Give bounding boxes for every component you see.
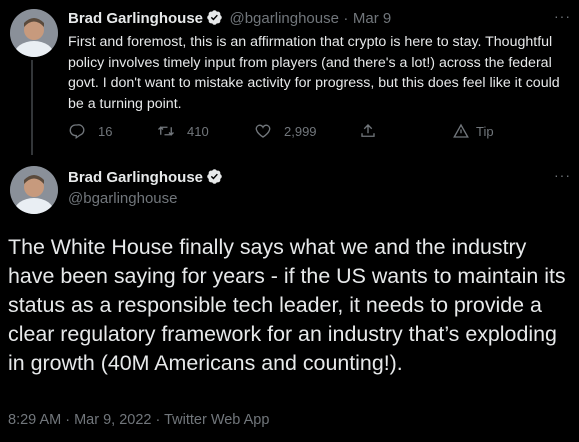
tweet-header: Brad Garlinghouse @bgarlinghouse · Mar 9 bbox=[68, 9, 391, 28]
tweet-text: The White House finally says what we and… bbox=[8, 235, 566, 375]
share-icon bbox=[361, 124, 375, 137]
tweet-timestamp-meta[interactable]: 8:29 AM · Mar 9, 2022 · Twitter Web App bbox=[8, 412, 269, 428]
tip-button[interactable]: Tip bbox=[452, 122, 494, 140]
heart-icon bbox=[255, 124, 271, 138]
tweet-date[interactable]: Mar 9 bbox=[353, 10, 391, 27]
retweet-count: 410 bbox=[187, 123, 209, 139]
author-handle[interactable]: @bgarlinghouse bbox=[68, 190, 177, 207]
tweet-header: Brad Garlinghouse bbox=[68, 168, 223, 187]
like-button[interactable]: 2,999 bbox=[254, 122, 317, 140]
reply-count: 16 bbox=[98, 123, 113, 139]
reply-button[interactable]: 16 bbox=[68, 122, 112, 140]
thread-connector bbox=[31, 60, 33, 155]
retweet-icon bbox=[158, 126, 174, 136]
tweet-actions: 16 410 2,999 Tip bbox=[68, 122, 508, 142]
verified-badge-icon bbox=[207, 10, 222, 25]
separator-dot: · bbox=[343, 10, 349, 27]
avatar[interactable] bbox=[10, 166, 58, 214]
tip-label: Tip bbox=[476, 123, 494, 139]
profile-photo bbox=[10, 166, 58, 214]
share-button[interactable] bbox=[359, 122, 389, 140]
tip-icon bbox=[453, 123, 469, 138]
verified-badge-icon bbox=[207, 169, 222, 184]
avatar[interactable] bbox=[10, 9, 58, 57]
retweet-button[interactable]: 410 bbox=[157, 122, 209, 140]
tweet-text: First and foremost, this is an affirmati… bbox=[68, 34, 560, 112]
more-options-icon[interactable]: ··· bbox=[554, 167, 571, 183]
like-count: 2,999 bbox=[284, 123, 317, 139]
profile-photo bbox=[10, 9, 58, 57]
author-handle[interactable]: @bgarlinghouse bbox=[229, 10, 338, 27]
reply-icon bbox=[69, 124, 85, 140]
more-options-icon[interactable]: ··· bbox=[554, 8, 571, 24]
author-name[interactable]: Brad Garlinghouse bbox=[68, 169, 203, 186]
author-name[interactable]: Brad Garlinghouse bbox=[68, 10, 203, 27]
